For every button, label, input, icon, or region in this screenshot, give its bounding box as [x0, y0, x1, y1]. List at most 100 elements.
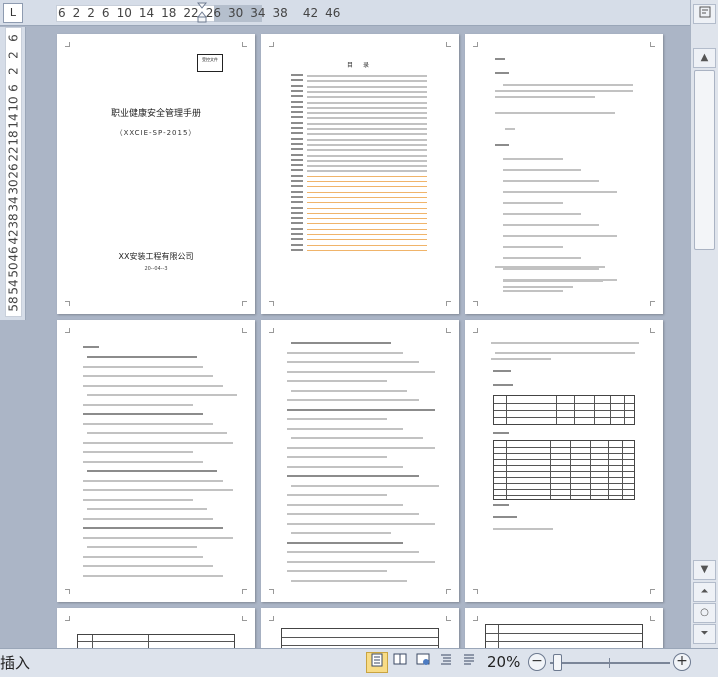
browse-object-icon[interactable]: ○	[693, 603, 716, 623]
text-line	[291, 105, 303, 108]
text-line	[83, 422, 213, 425]
text-line	[83, 536, 233, 539]
text-line	[83, 527, 223, 529]
toc-title: 目 录	[347, 62, 373, 69]
page-toc[interactable]: 目 录	[261, 34, 459, 314]
page-four[interactable]	[57, 320, 255, 602]
text-line	[307, 143, 427, 146]
ruler-icon[interactable]	[693, 4, 716, 24]
page-five[interactable]	[261, 320, 459, 602]
text-line	[291, 158, 303, 161]
page-seven[interactable]	[57, 608, 255, 648]
text-line	[503, 286, 573, 288]
web-layout-icon[interactable]	[412, 652, 434, 673]
indent-marker-icon[interactable]	[197, 2, 207, 24]
text-line	[291, 137, 303, 140]
text-line	[287, 522, 435, 525]
zoom-percent[interactable]: 20%	[487, 653, 520, 671]
text-line	[291, 142, 303, 145]
text-line	[495, 58, 505, 60]
text-line	[291, 132, 303, 135]
draft-icon[interactable]	[458, 652, 480, 673]
full-screen-reading-icon[interactable]	[389, 652, 411, 673]
text-line	[491, 358, 551, 360]
vruler-number: 26	[6, 163, 21, 179]
status-bar: 插入 20% − +	[0, 648, 718, 677]
text-line	[291, 74, 303, 76]
ruler-number: 26	[205, 6, 221, 20]
text-line	[307, 122, 427, 125]
text-line	[493, 432, 509, 434]
text-line	[307, 207, 427, 209]
text-line	[291, 248, 303, 251]
vertical-ruler[interactable]: 6 2 2 6 10 14 18 22 26 30 34 38 42 46 50 54 58	[0, 27, 26, 320]
text-line	[503, 280, 603, 282]
vruler-number: 34	[6, 196, 21, 212]
text-line	[87, 394, 237, 396]
vruler-number: 42	[6, 229, 21, 245]
ruler-number: 14	[138, 6, 155, 20]
text-line	[307, 75, 427, 77]
zoom-out-button[interactable]: −	[528, 653, 546, 671]
text-line	[495, 72, 509, 74]
text-line	[287, 408, 435, 411]
text-line	[291, 190, 303, 193]
text-line	[291, 169, 303, 172]
page-nine[interactable]	[465, 608, 663, 648]
text-line	[493, 384, 513, 386]
text-line	[307, 128, 427, 130]
text-line	[291, 121, 303, 124]
text-line	[307, 175, 427, 177]
text-line	[307, 133, 427, 136]
page-three[interactable]	[465, 34, 663, 314]
vruler-number: 6	[6, 34, 21, 42]
table-five	[485, 624, 643, 648]
cover-date: 20--04--3	[144, 266, 168, 272]
vruler-number: 58	[6, 295, 21, 312]
ruler-number: 2	[72, 6, 81, 20]
tab-selector-button[interactable]: L	[3, 3, 23, 23]
text-line	[495, 352, 635, 354]
text-line	[491, 342, 639, 344]
zoom-slider-center-tick	[609, 658, 610, 668]
page-cover[interactable]: 受控文件 职业健康安全管理手册 （XXCIE-SP-2015） XX安装工程有限…	[57, 34, 255, 314]
text-line	[83, 498, 193, 501]
page-six[interactable]	[465, 320, 663, 602]
text-line	[287, 351, 403, 354]
horizontal-ruler[interactable]: L 6 2 2 6 10 14 18 22 26 30 34 38 42 46	[0, 0, 690, 26]
text-line	[495, 266, 605, 268]
text-line	[307, 138, 427, 141]
ruler-number: 10	[116, 6, 132, 20]
ruler-number: 6	[58, 6, 66, 20]
double-up-icon[interactable]: ⏶	[693, 582, 716, 602]
text-line	[83, 365, 203, 368]
text-line	[307, 181, 427, 182]
text-line	[307, 106, 427, 109]
vertical-scrollbar[interactable]: ▲ ▼ ⏶ ○ ⏷	[690, 0, 718, 648]
text-line	[287, 399, 419, 401]
text-line	[503, 257, 581, 259]
ruler-number: 38	[272, 6, 288, 20]
arrow-down-icon[interactable]: ▼	[693, 560, 716, 580]
vruler-numbers: 6 2 2 6 10 14 18 22 26 30 34 38 42 46 50 54 58	[5, 31, 22, 313]
print-layout-icon[interactable]	[366, 652, 388, 673]
vruler-number: 22	[6, 146, 21, 162]
text-line	[307, 228, 427, 230]
scroll-thumb[interactable]	[694, 70, 715, 250]
zoom-in-button[interactable]: +	[673, 653, 691, 671]
double-down-icon[interactable]: ⏷	[693, 624, 716, 644]
insert-mode-indicator[interactable]: 插入	[0, 652, 30, 673]
document-canvas[interactable]: 受控文件 职业健康安全管理手册 （XXCIE-SP-2015） XX安装工程有限…	[27, 27, 690, 648]
outline-icon[interactable]	[435, 652, 457, 673]
text-line	[503, 224, 599, 226]
text-line	[291, 243, 303, 246]
text-line	[495, 90, 633, 92]
text-line	[287, 475, 419, 477]
arrow-up-icon[interactable]: ▲	[693, 48, 716, 68]
vruler-number: 30	[6, 179, 21, 195]
zoom-slider-thumb[interactable]	[552, 654, 562, 671]
page-eight[interactable]	[261, 608, 459, 648]
zoom-slider-track[interactable]	[550, 662, 670, 664]
text-line	[83, 451, 193, 453]
text-line	[83, 346, 99, 348]
